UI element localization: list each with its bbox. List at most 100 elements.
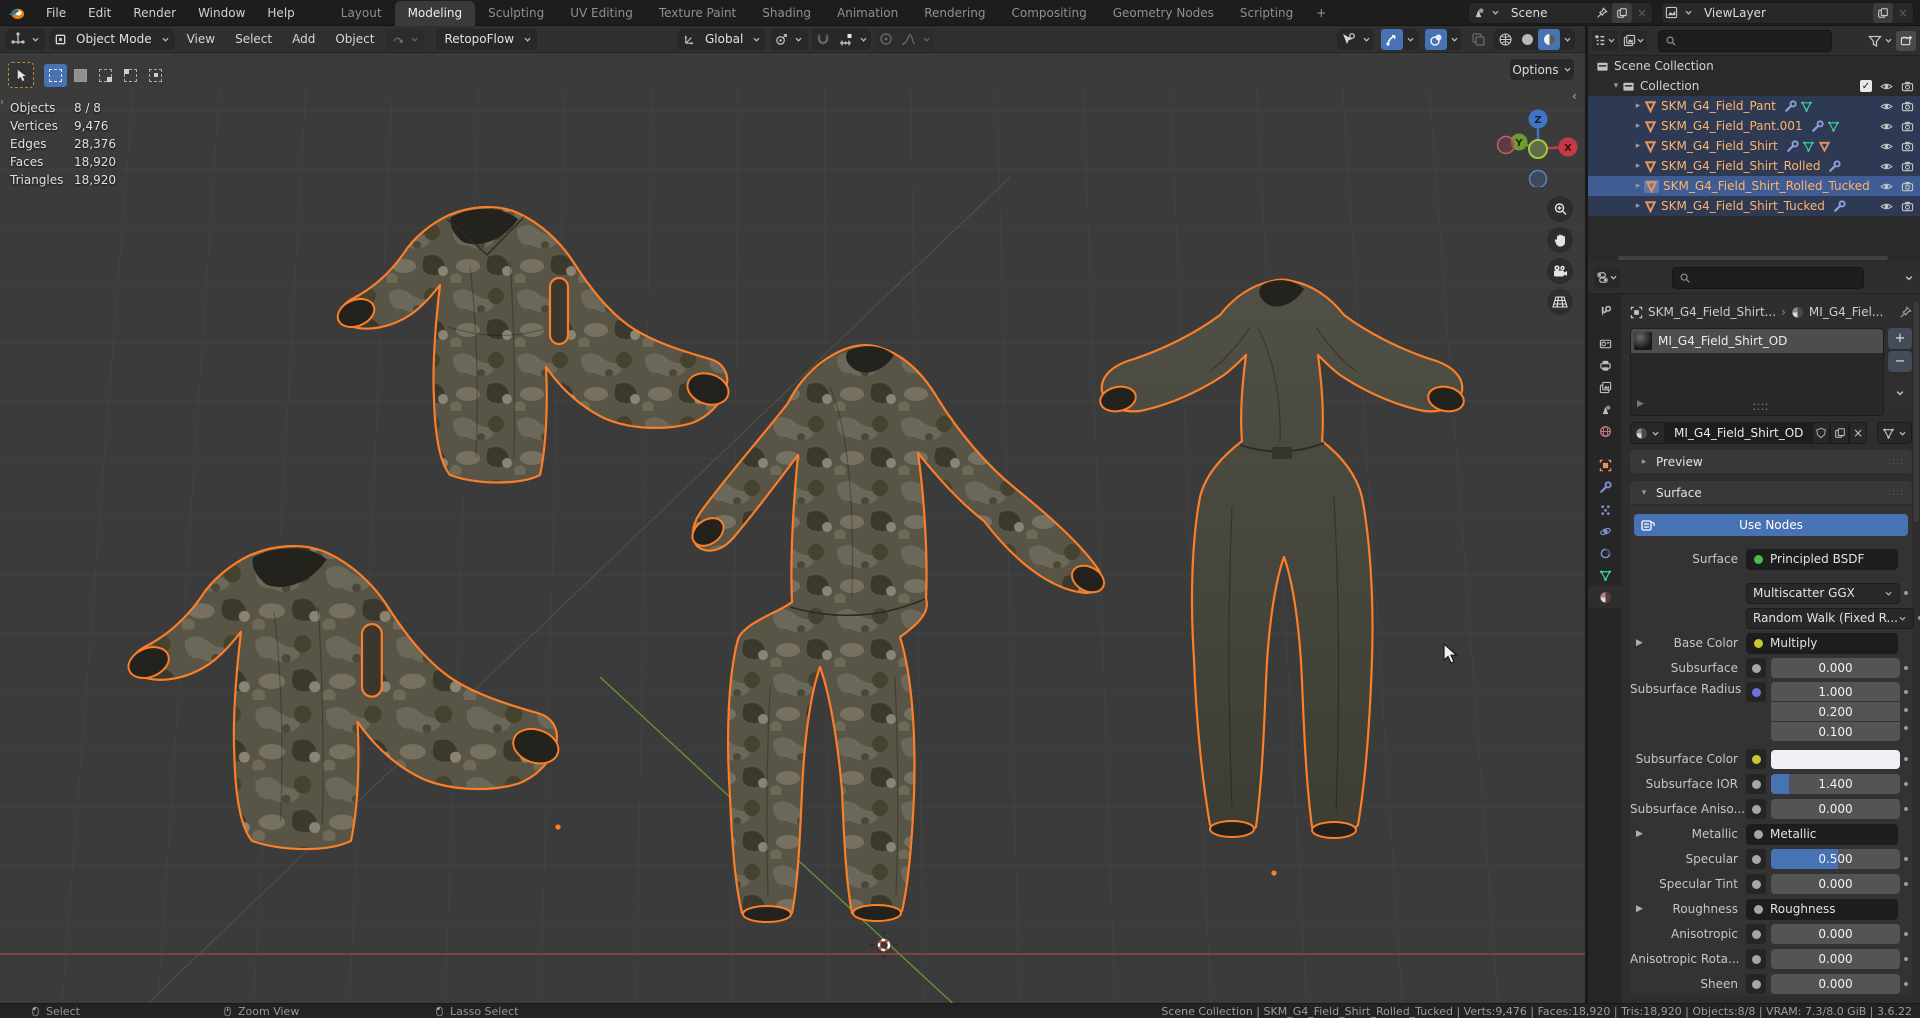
outliner-item[interactable]: ▸ SKM_G4_Field_Pant.001 [1588, 116, 1920, 136]
workspace-tab-modeling[interactable]: Modeling [395, 1, 476, 26]
value-slider[interactable]: 0.000 [1771, 924, 1900, 944]
workspace-tab-rendering[interactable]: Rendering [911, 1, 998, 26]
material-name-field[interactable]: MI_G4_Field_Shirt_OD [1665, 422, 1812, 444]
retopoflow-menu[interactable]: RetopoFlow [436, 29, 537, 50]
value-slider[interactable]: 0.000 [1771, 874, 1900, 894]
options-button[interactable]: Options [1510, 59, 1574, 80]
outliner-item[interactable]: ▸ SKM_G4_Field_Shirt [1588, 136, 1920, 156]
animate-dot[interactable] [1904, 782, 1908, 786]
view-layer-selector[interactable]: ViewLayer × [1661, 2, 1914, 24]
outliner-scrollbar[interactable] [1618, 256, 1888, 260]
material-specials-button[interactable] [1888, 382, 1912, 403]
slot-list-expand-icon[interactable]: ▶ [1637, 399, 1644, 413]
xray-toggle[interactable] [1467, 29, 1489, 50]
outliner-item[interactable]: ▸ SKM_G4_Field_Shirt_Rolled_Tucked [1588, 176, 1920, 196]
copy-material-button[interactable] [1830, 422, 1849, 444]
shading-wireframe-button[interactable] [1494, 29, 1516, 50]
pan-button[interactable] [1547, 227, 1573, 253]
workspace-tab-compositing[interactable]: Compositing [998, 1, 1099, 26]
select-intersect-button[interactable] [144, 64, 167, 87]
workspace-tab-shading[interactable]: Shading [749, 1, 824, 26]
value-slider[interactable]: 0.000 [1771, 974, 1900, 994]
toggle-orthographic-button[interactable] [1547, 289, 1573, 315]
expand-arrow-icon[interactable]: ▶ [1636, 829, 1643, 839]
menu-render[interactable]: Render [122, 6, 187, 20]
shading-material-preview-button[interactable] [1538, 29, 1560, 50]
pivot-point-selector[interactable] [770, 29, 808, 50]
outliner-editor-type-button[interactable] [1592, 30, 1618, 51]
gizmo-center[interactable] [1529, 140, 1547, 158]
expand-arrow-icon[interactable]: ▶ [1636, 638, 1643, 648]
filter-icon[interactable] [1868, 34, 1882, 48]
outliner-collection[interactable]: ▾Collection ✓ [1588, 76, 1920, 96]
value-slider[interactable]: 1.400 [1771, 774, 1900, 794]
tab-tool[interactable] [1588, 300, 1622, 322]
workspace-tab-uv-editing[interactable]: UV Editing [557, 1, 646, 26]
stats-collapse-chevron[interactable]: › [0, 97, 4, 108]
workspace-tab-animation[interactable]: Animation [824, 1, 911, 26]
outliner-item[interactable]: ▸ SKM_G4_Field_Shirt_Rolled [1588, 156, 1920, 176]
workspace-tab-scripting[interactable]: Scripting [1227, 1, 1306, 26]
fake-user-button[interactable] [1812, 422, 1830, 444]
animate-dot[interactable] [1904, 932, 1908, 936]
shading-solid-button[interactable] [1516, 29, 1538, 50]
animate-dot[interactable] [1904, 982, 1908, 986]
tab-physics[interactable] [1588, 520, 1622, 542]
outliner-item[interactable]: ▸ SKM_G4_Field_Shirt_Tucked [1588, 196, 1920, 216]
animate-dot[interactable] [1904, 757, 1908, 761]
workspace-tab-texture-paint[interactable]: Texture Paint [646, 1, 749, 26]
properties-options-chevron[interactable] [1904, 273, 1914, 283]
use-nodes-button[interactable]: Use Nodes [1634, 514, 1908, 536]
overlays-toggle[interactable] [1425, 29, 1447, 50]
viewport-menu-object[interactable]: Object [325, 32, 384, 46]
node-link-field[interactable]: Principled BSDF [1746, 549, 1898, 570]
tab-render[interactable] [1588, 332, 1622, 354]
object-visibility-button[interactable] [1337, 29, 1359, 50]
link-target-button[interactable] [1877, 422, 1912, 444]
menu-window[interactable]: Window [187, 6, 256, 20]
value-slider[interactable]: 0.000 [1771, 658, 1900, 678]
zoom-button[interactable] [1547, 196, 1573, 222]
transfer-mode-button[interactable] [386, 29, 424, 50]
slot-list-grip[interactable]: :::: [1752, 399, 1768, 413]
tab-view-layer[interactable] [1588, 376, 1622, 398]
material-slot[interactable]: MI_G4_Field_Shirt_OD [1631, 329, 1883, 353]
editor-type-button[interactable] [6, 29, 45, 50]
breadcrumb-object[interactable]: SKM_G4_Field_Shirt... [1648, 305, 1776, 319]
select-set-button[interactable] [44, 64, 67, 87]
material-browse-button[interactable] [1630, 422, 1665, 444]
dropdown-field[interactable]: Random Walk (Fixed R... [1746, 608, 1914, 629]
pin-icon[interactable] [1593, 7, 1611, 19]
animate-dot[interactable] [1904, 666, 1908, 670]
viewport-menu-add[interactable]: Add [282, 32, 325, 46]
remove-material-slot-button[interactable]: − [1888, 351, 1912, 372]
snap-target-button[interactable] [834, 29, 856, 50]
animate-dot[interactable] [1904, 957, 1908, 961]
camera-view-button[interactable] [1547, 258, 1573, 284]
pin-icon[interactable] [1899, 306, 1912, 319]
workspace-tab-sculpting[interactable]: Sculpting [475, 1, 557, 26]
tab-output[interactable] [1588, 354, 1622, 376]
tab-scene[interactable] [1588, 398, 1622, 420]
animate-dot[interactable] [1904, 882, 1908, 886]
expand-arrow-icon[interactable]: ▶ [1636, 904, 1643, 914]
menu-edit[interactable]: Edit [77, 6, 122, 20]
unlink-material-button[interactable]: × [1849, 422, 1867, 444]
tab-world[interactable] [1588, 420, 1622, 442]
surface-panel-header[interactable]: ▾ Surface :::: [1630, 481, 1912, 504]
select-extend-button[interactable] [69, 64, 92, 87]
new-collection-button[interactable] [1896, 31, 1916, 51]
tab-particles[interactable] [1588, 498, 1622, 520]
outliner-display-mode-button[interactable] [1621, 30, 1647, 51]
new-view-layer-button[interactable] [1873, 3, 1893, 23]
gizmos-toggle[interactable] [1381, 29, 1403, 50]
properties-scrollbar[interactable] [1914, 302, 1919, 522]
vector-component[interactable]: 0.100 [1771, 722, 1900, 741]
tab-material[interactable] [1588, 586, 1622, 608]
animate-dot[interactable] [1904, 857, 1908, 861]
select-invert-button[interactable] [119, 64, 142, 87]
node-link-field[interactable]: Metallic [1746, 824, 1898, 845]
breadcrumb-material[interactable]: MI_G4_Fiel... [1809, 305, 1883, 319]
color-swatch[interactable] [1771, 750, 1900, 769]
snap-toggle[interactable] [812, 29, 834, 50]
